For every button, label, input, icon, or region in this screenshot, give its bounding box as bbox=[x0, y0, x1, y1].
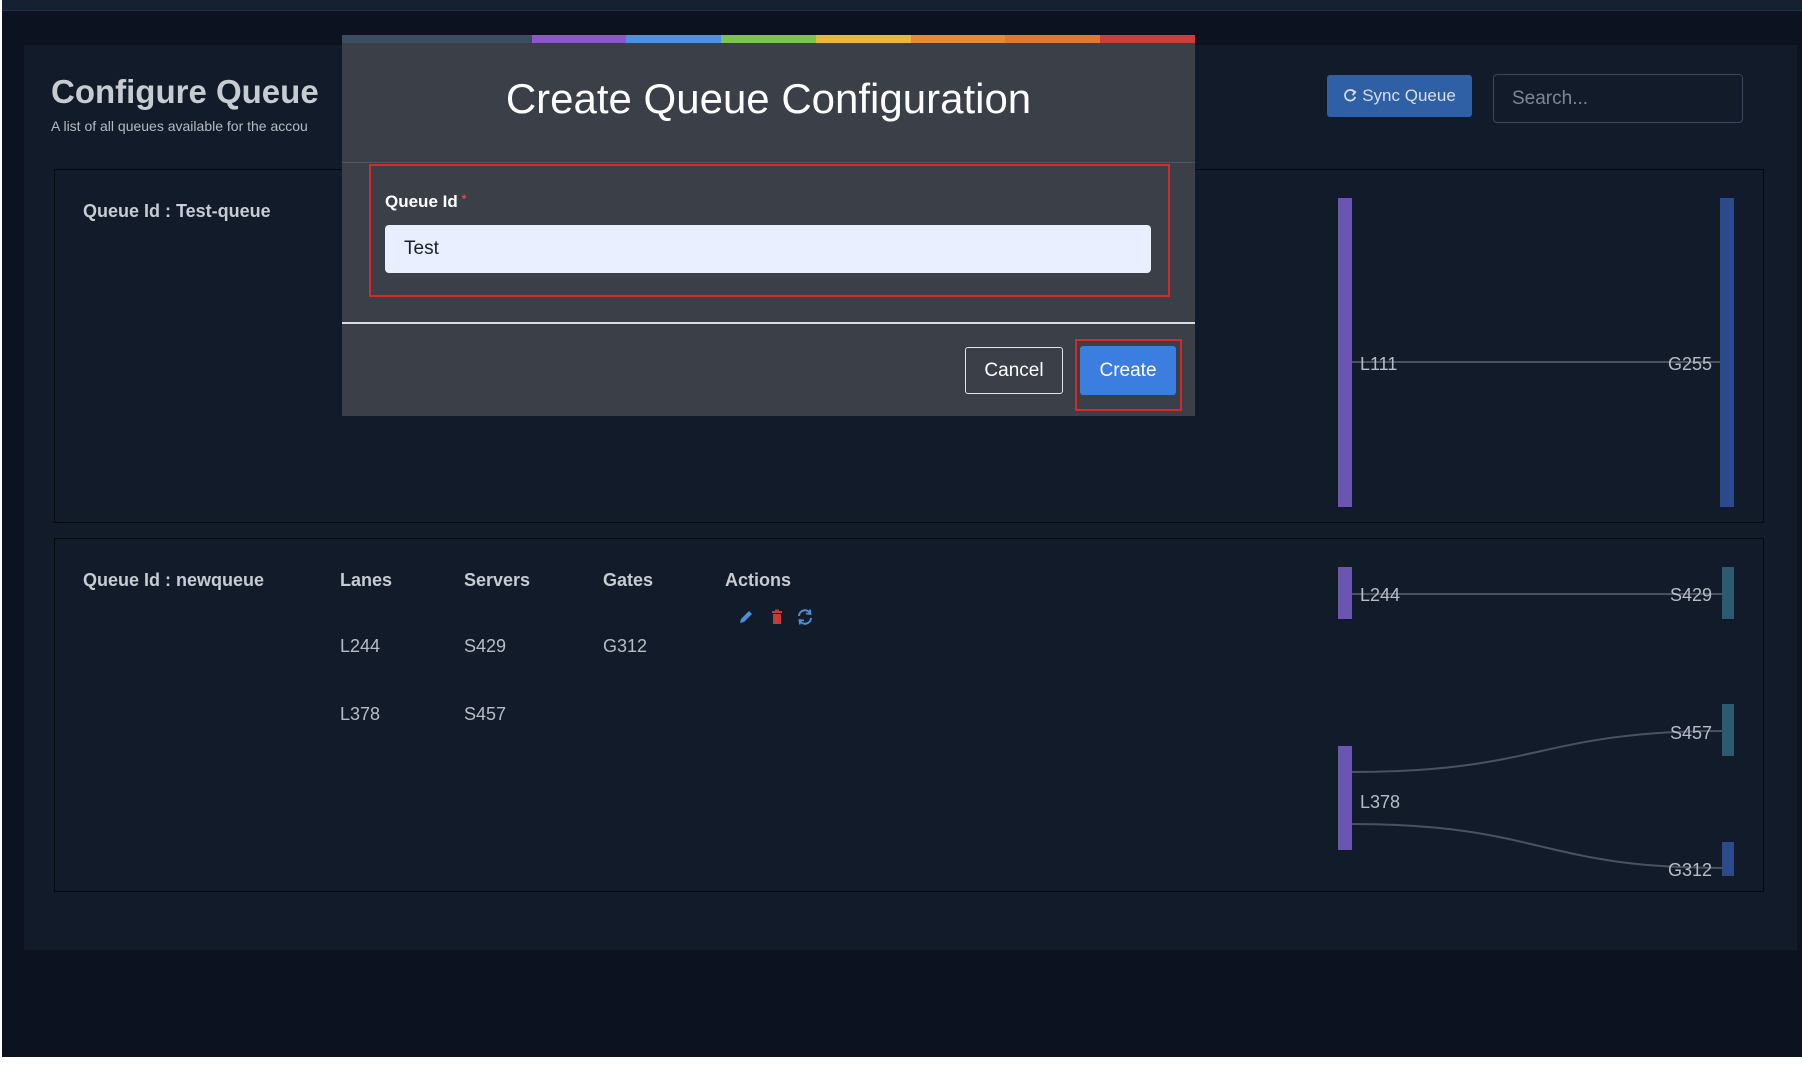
create-button[interactable]: Create bbox=[1080, 346, 1176, 395]
stripe-segment bbox=[910, 35, 1006, 43]
divider bbox=[342, 162, 1195, 163]
stripe-segment bbox=[1100, 35, 1195, 43]
stripe-segment bbox=[721, 35, 816, 43]
queue-id-input[interactable] bbox=[385, 225, 1151, 273]
create-queue-modal: Create Queue Configuration Queue Id* Can… bbox=[342, 35, 1195, 416]
required-marker: * bbox=[461, 192, 467, 206]
modal-color-stripe bbox=[342, 35, 1195, 43]
stripe-segment bbox=[436, 35, 532, 43]
cancel-button[interactable]: Cancel bbox=[965, 347, 1063, 394]
stripe-segment bbox=[342, 35, 437, 43]
queue-id-label: Queue Id * bbox=[385, 192, 466, 212]
modal-title: Create Queue Configuration bbox=[505, 75, 1032, 122]
queue-id-label-text: Queue Id bbox=[385, 192, 458, 211]
stripe-segment bbox=[531, 35, 627, 43]
modal-backdrop: Create Queue Configuration Queue Id* Can… bbox=[0, 0, 1802, 1066]
stripe-segment bbox=[626, 35, 722, 43]
stripe-segment bbox=[815, 35, 911, 43]
divider bbox=[342, 322, 1195, 324]
stripe-segment bbox=[1005, 35, 1101, 43]
